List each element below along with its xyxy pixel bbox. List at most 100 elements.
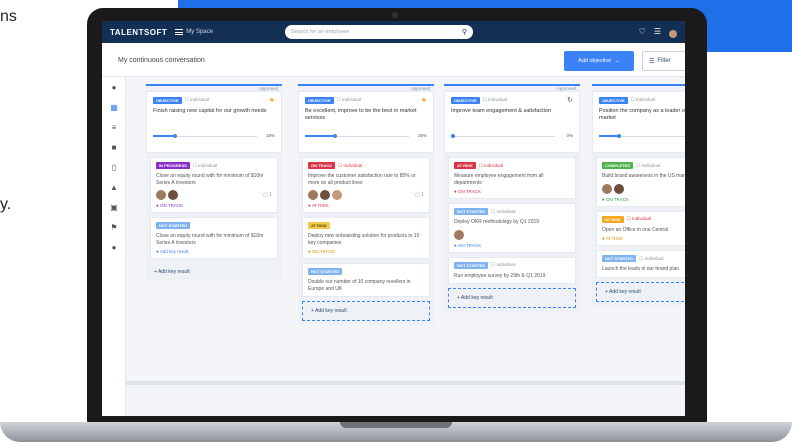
- bell-icon[interactable]: ♡: [639, 27, 646, 38]
- chat-icon[interactable]: ■: [102, 137, 126, 157]
- avatar[interactable]: [332, 190, 342, 200]
- objective-title: Position the company as a leader of the …: [599, 108, 685, 121]
- individual-checkbox[interactable]: ☐ Individual: [337, 97, 361, 103]
- avatar[interactable]: [614, 183, 624, 194]
- filter-button[interactable]: ☰ Filter: [642, 51, 685, 71]
- org-icon[interactable]: ▲: [102, 177, 126, 197]
- assignee-avatars: [454, 229, 570, 240]
- objective-card[interactable]: OBJECTIVE☐ Individual↻ Position the compa…: [592, 91, 685, 153]
- key-result-text: Open an Office in one Central: [602, 226, 669, 233]
- add-objective-button[interactable]: Add objective ⌄: [564, 51, 634, 71]
- add-key-result-button[interactable]: + Add key result: [448, 288, 576, 308]
- individual-checkbox[interactable]: ☐ Individual: [491, 262, 515, 268]
- avatar[interactable]: [156, 190, 166, 200]
- tag-row: COMPLETED ☐ Individual: [602, 162, 685, 169]
- add-key-result-button[interactable]: + Add key result: [302, 301, 430, 321]
- individual-checkbox[interactable]: ☐ Individual: [631, 97, 655, 103]
- progress-handle[interactable]: [333, 134, 337, 138]
- objective-column: Approved OBJECTIVE ☐ Individual ↻ Improve te…: [444, 84, 580, 312]
- key-result-text: Improve the customer satisfaction rate t…: [308, 173, 416, 186]
- key-result-card[interactable]: IN PROGRESS ☐ Individual Close an equity r…: [150, 157, 278, 213]
- avatar[interactable]: [602, 183, 612, 194]
- key-result-card[interactable]: NOT STARTED ☐ Individual Run employee surv…: [448, 256, 576, 284]
- individual-checkbox[interactable]: ☐ Individual: [627, 216, 651, 222]
- key-result-card[interactable]: NOT STARTED ☐ Individual Launch the leads …: [596, 250, 685, 278]
- key-result-card[interactable]: AT RISK ☐ Individual Measure employee enga…: [448, 157, 576, 199]
- individual-checkbox[interactable]: ☐ Individual: [193, 163, 217, 169]
- key-result-status-tag: NOT STARTED: [156, 222, 191, 229]
- avatar[interactable]: [168, 190, 178, 200]
- home-icon[interactable]: ●: [102, 77, 126, 97]
- tag-row: AT RISK ☐ Individual: [454, 162, 570, 169]
- star-icon[interactable]: ★: [269, 96, 275, 104]
- add-key-result-button[interactable]: + Add key result: [146, 263, 282, 281]
- key-result-status: ● AT RISK: [308, 203, 329, 208]
- app-logo[interactable]: TALENTSOFT: [110, 28, 167, 37]
- tag-row: NOT STARTED ☐ Individual: [454, 208, 570, 215]
- objective-tag: OBJECTIVE: [451, 96, 480, 104]
- key-result-text: Build brand awareness in the US market: [602, 173, 685, 179]
- tag-row: NOT STARTED: [156, 222, 272, 229]
- tag-row: OBJECTIVE ☐ Individual ★: [305, 96, 427, 104]
- key-result-text: Deploy OKR methodology by Q1 2019: [454, 219, 540, 225]
- key-result-card[interactable]: COMPLETED ☐ Individual Build brand awarene…: [596, 157, 685, 207]
- my-space-label: My Space: [186, 29, 213, 35]
- objective-card[interactable]: OBJECTIVE ☐ Individual ↻ Improve team engag…: [444, 91, 580, 153]
- comment-count: ▢ 1: [263, 192, 272, 198]
- board-icon[interactable]: ▦: [102, 97, 126, 117]
- add-key-result-button[interactable]: + Add key result: [596, 281, 685, 302]
- individual-checkbox[interactable]: ☐ Individual: [185, 97, 209, 103]
- objective-card[interactable]: OBJECTIVE ☐ Individual ★ Be excellent, impr…: [298, 91, 434, 153]
- progress-track: [451, 136, 555, 137]
- individual-checkbox[interactable]: ☐ Individual: [491, 209, 515, 215]
- key-result-status: ● ON TRACK: [308, 249, 336, 254]
- top-icons: ♡ ☰: [639, 27, 677, 38]
- assignee-avatars: [602, 183, 685, 194]
- individual-checkbox[interactable]: ☐ Individual: [479, 163, 503, 169]
- key-result-text: Deploy new onboarding solution for produ…: [308, 233, 420, 246]
- my-space-menu[interactable]: My Space: [175, 29, 213, 35]
- key-result-card[interactable]: NOT STARTED Close an equity round with fo…: [150, 217, 278, 259]
- key-result-card[interactable]: AT RISK ☐ Individual Open an Office in one…: [596, 210, 685, 246]
- objective-tag: OBJECTIVE: [153, 96, 182, 104]
- star-icon[interactable]: ★: [421, 96, 427, 104]
- avatar[interactable]: [454, 229, 464, 240]
- avatar[interactable]: [308, 190, 318, 200]
- chart-icon[interactable]: ▯: [102, 157, 126, 177]
- progress-handle[interactable]: [617, 134, 621, 138]
- app-screen: TALENTSOFT My Space Search for an employ…: [102, 21, 685, 416]
- avatar[interactable]: [669, 29, 677, 38]
- refresh-icon[interactable]: ↻: [567, 96, 573, 104]
- individual-checkbox[interactable]: ☐ Individual: [338, 163, 362, 169]
- key-result-text: Double our number of 10 company reseller…: [308, 279, 411, 292]
- chevron-down-icon: ⌄: [615, 58, 620, 64]
- progress-handle[interactable]: [451, 134, 455, 138]
- key-result-card[interactable]: NOT STARTED Double our number of 10 compa…: [302, 263, 430, 297]
- page-title: My continuous conversation: [118, 57, 205, 64]
- column-status-label: Approved: [298, 84, 434, 91]
- individual-checkbox[interactable]: ☐ Individual: [639, 256, 663, 262]
- people-icon[interactable]: ●: [102, 237, 126, 257]
- filter-icon[interactable]: ≡: [102, 117, 126, 137]
- key-result-card[interactable]: NOT STARTED ☐ Individual Deploy OKR method…: [448, 203, 576, 253]
- tag-row: ON TRACK ☐ Individual: [308, 162, 424, 169]
- individual-checkbox[interactable]: ☐ Individual: [483, 97, 507, 103]
- message-icon[interactable]: ▣: [102, 197, 126, 217]
- search-input[interactable]: Search for an employee ⚲: [284, 25, 473, 39]
- key-result-text: Measure employee engagement from all dep…: [454, 173, 544, 186]
- tag-row: OBJECTIVE ☐ Individual ★: [153, 96, 275, 104]
- progress-bar: 26%: [305, 133, 427, 140]
- flag-icon[interactable]: ⚑: [102, 217, 126, 237]
- key-result-card[interactable]: AT RISK Deploy new onboarding solution fo…: [302, 217, 430, 259]
- progress-percent: 26%: [417, 133, 427, 138]
- sidebar: ● ▦ ≡ ■ ▯ ▲ ▣ ⚑ ●: [102, 77, 126, 416]
- tag-row: AT RISK: [308, 222, 424, 229]
- individual-checkbox[interactable]: ☐ Individual: [636, 163, 660, 169]
- progress-handle[interactable]: [173, 134, 177, 138]
- checklist-icon[interactable]: ☰: [654, 27, 661, 38]
- key-result-status-tag: COMPLETED: [602, 162, 634, 169]
- avatar[interactable]: [320, 190, 330, 200]
- key-result-card[interactable]: ON TRACK ☐ Individual Improve the customer…: [302, 157, 430, 213]
- objective-card[interactable]: OBJECTIVE ☐ Individual ★ Finish raising new…: [146, 91, 282, 153]
- horizontal-scrollbar[interactable]: [126, 381, 685, 385]
